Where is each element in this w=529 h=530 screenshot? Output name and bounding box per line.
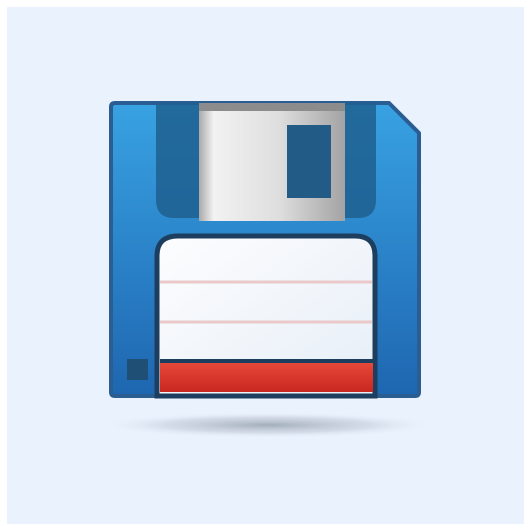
floppy-disk-icon	[98, 101, 438, 438]
write-protect-notch	[127, 359, 148, 380]
disk-shadow	[98, 412, 438, 438]
shutter-top-edge	[199, 103, 345, 111]
shutter-window	[287, 125, 331, 198]
label-stripe	[160, 361, 373, 392]
